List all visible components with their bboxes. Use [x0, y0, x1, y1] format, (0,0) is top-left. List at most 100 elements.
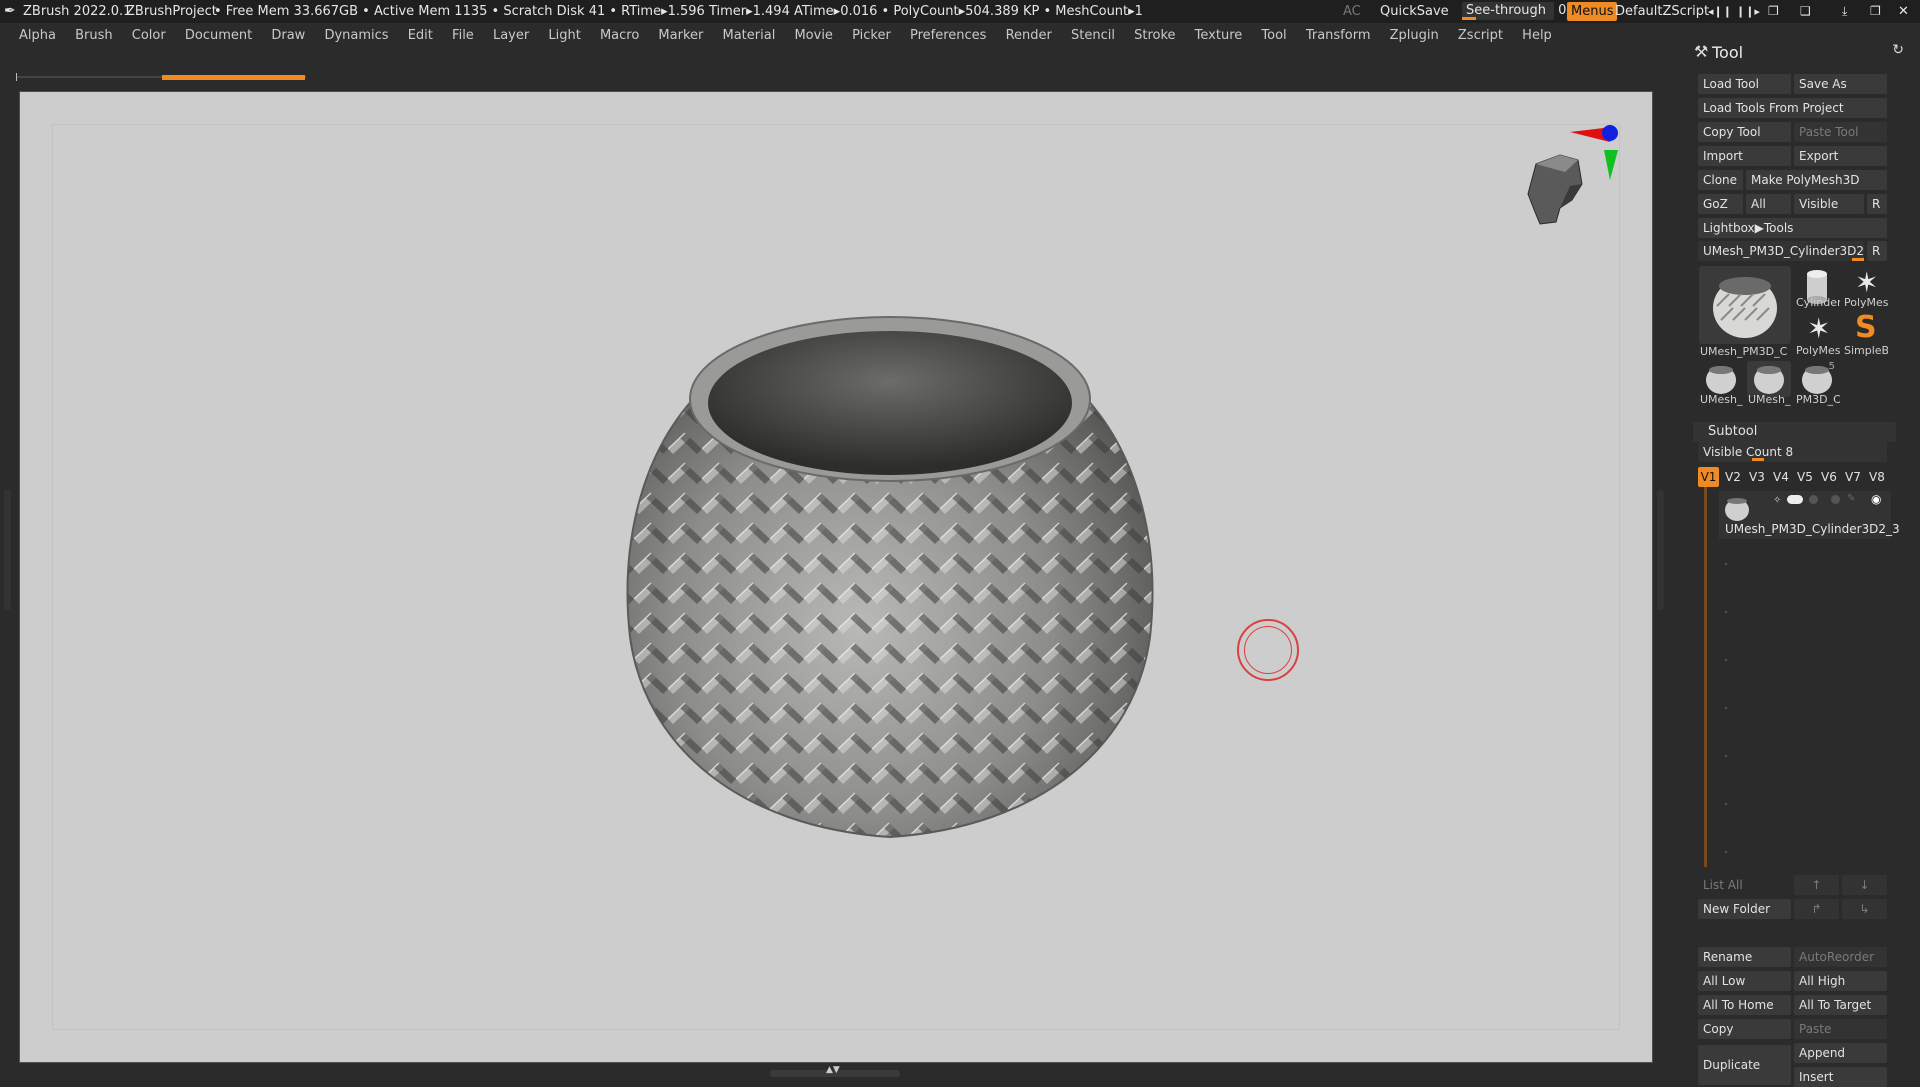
menu-marker[interactable]: Marker — [658, 23, 703, 49]
thumb-main-tool[interactable] — [1699, 266, 1791, 344]
version-v4-button[interactable]: V4 — [1770, 467, 1791, 487]
eye-icon[interactable]: ◉ — [1871, 492, 1881, 506]
see-through-slider[interactable]: See-through 0 — [1462, 2, 1566, 20]
window-icon-1[interactable]: ❐ — [1768, 0, 1779, 23]
current-tool-r-button[interactable]: R — [1867, 241, 1887, 261]
menu-preferences[interactable]: Preferences — [910, 23, 986, 49]
folder-up-icon[interactable]: ↱ — [1794, 899, 1839, 919]
menu-draw[interactable]: Draw — [271, 23, 305, 49]
menu-zscript[interactable]: Zscript — [1458, 23, 1503, 49]
move-down-icon[interactable]: ↓ — [1842, 875, 1887, 895]
paste-button[interactable]: Paste — [1794, 1019, 1887, 1039]
version-v7-button[interactable]: V7 — [1842, 467, 1863, 487]
right-shelf-handle[interactable] — [1657, 490, 1664, 610]
list-all-button[interactable]: List All — [1698, 875, 1791, 895]
subtool-item[interactable]: ✧ ✎ ◉ UMesh_PM3D_Cylinder3D2_3 — [1719, 491, 1900, 539]
append-button[interactable]: Append — [1794, 1043, 1887, 1063]
version-v6-button[interactable]: V6 — [1818, 467, 1839, 487]
menu-dynamics[interactable]: Dynamics — [324, 23, 388, 49]
menus-button[interactable]: Menus — [1567, 2, 1618, 21]
duplicate-button[interactable]: Duplicate — [1698, 1045, 1791, 1085]
save-as-button[interactable]: Save As — [1794, 74, 1887, 94]
woven-basket-model[interactable] — [600, 307, 1180, 887]
all-to-home-button[interactable]: All To Home — [1698, 995, 1791, 1015]
version-v5-button[interactable]: V5 — [1794, 467, 1815, 487]
left-shelf-handle[interactable] — [4, 490, 11, 610]
bottom-shelf-handle[interactable]: ▲▼ — [770, 1065, 900, 1077]
restore-icon[interactable]: ❐ — [1870, 0, 1881, 23]
make-polymesh3d-button[interactable]: Make PolyMesh3D — [1746, 170, 1887, 190]
subtool-dot-icon[interactable] — [1831, 495, 1840, 504]
menu-material[interactable]: Material — [723, 23, 776, 49]
subtool-toggle-icon[interactable] — [1787, 495, 1803, 504]
folder-down-icon[interactable]: ↳ — [1842, 899, 1887, 919]
layout-icon-1[interactable]: ◂❙❙ — [1708, 0, 1732, 23]
all-low-button[interactable]: All Low — [1698, 971, 1791, 991]
subtool-brush-icon[interactable]: ✧ — [1773, 495, 1781, 506]
thumb-umesh-2[interactable] — [1747, 361, 1791, 397]
all-to-target-button[interactable]: All To Target — [1794, 995, 1887, 1015]
clone-button[interactable]: Clone — [1698, 170, 1743, 190]
tool-palette-header[interactable]: ⚒ Tool ↻ — [1688, 34, 1920, 70]
thumb-umesh-1[interactable] — [1699, 361, 1743, 397]
menu-color[interactable]: Color — [132, 23, 166, 49]
menu-texture[interactable]: Texture — [1195, 23, 1243, 49]
load-tools-from-project-button[interactable]: Load Tools From Project — [1698, 98, 1887, 118]
insert-button[interactable]: Insert — [1794, 1067, 1887, 1087]
import-button[interactable]: Import — [1698, 146, 1791, 166]
menu-brush[interactable]: Brush — [75, 23, 113, 49]
version-v8-button[interactable]: V8 — [1866, 467, 1887, 487]
canvas-viewport[interactable] — [19, 91, 1653, 1063]
close-icon[interactable]: ✕ — [1898, 0, 1909, 23]
thumb-pm3d[interactable]: 5 — [1795, 361, 1839, 397]
ac-toggle[interactable]: AC — [1343, 0, 1361, 23]
version-v2-button[interactable]: V2 — [1722, 467, 1743, 487]
current-tool-slider[interactable]: UMesh_PM3D_Cylinder3D2_3 — [1698, 241, 1864, 261]
goz-r-button[interactable]: R — [1867, 194, 1887, 214]
lightbox-tools-button[interactable]: Lightbox▶Tools — [1698, 218, 1887, 238]
menu-layer[interactable]: Layer — [493, 23, 529, 49]
menu-zplugin[interactable]: Zplugin — [1390, 23, 1439, 49]
menu-render[interactable]: Render — [1006, 23, 1052, 49]
reset-icon[interactable]: ↻ — [1892, 42, 1904, 58]
new-folder-button[interactable]: New Folder — [1698, 899, 1791, 919]
menu-stencil[interactable]: Stencil — [1071, 23, 1115, 49]
pin-icon[interactable]: ⚒ — [1694, 42, 1708, 61]
window-icon-2[interactable]: ❑ — [1800, 0, 1811, 23]
menu-alpha[interactable]: Alpha — [19, 23, 56, 49]
layout-icon-2[interactable]: ❙❙▸ — [1736, 0, 1760, 23]
default-zscript-button[interactable]: DefaultZScript — [1615, 0, 1709, 23]
auto-reorder-button[interactable]: AutoReorder — [1794, 947, 1887, 967]
copy-button[interactable]: Copy — [1698, 1019, 1791, 1039]
goz-button[interactable]: GoZ — [1698, 194, 1743, 214]
copy-tool-button[interactable]: Copy Tool — [1698, 122, 1791, 142]
menu-stroke[interactable]: Stroke — [1134, 23, 1175, 49]
menu-file[interactable]: File — [452, 23, 474, 49]
paste-tool-button[interactable]: Paste Tool — [1794, 122, 1887, 142]
version-v3-button[interactable]: V3 — [1746, 467, 1767, 487]
export-button[interactable]: Export — [1794, 146, 1887, 166]
menu-macro[interactable]: Macro — [600, 23, 639, 49]
menu-light[interactable]: Light — [548, 23, 580, 49]
subtool-header[interactable]: Subtool — [1693, 422, 1896, 442]
visible-count-slider[interactable]: Visible Count 8 — [1698, 442, 1887, 462]
subtool-list[interactable]: ✧ ✎ ◉ UMesh_PM3D_Cylinder3D2_3 — [1704, 487, 1900, 867]
menu-tool[interactable]: Tool — [1261, 23, 1286, 49]
rename-button[interactable]: Rename — [1698, 947, 1791, 967]
move-up-icon[interactable]: ↑ — [1794, 875, 1839, 895]
menu-transform[interactable]: Transform — [1306, 23, 1371, 49]
goz-visible-button[interactable]: Visible — [1794, 194, 1864, 214]
all-high-button[interactable]: All High — [1794, 971, 1887, 991]
menu-edit[interactable]: Edit — [408, 23, 433, 49]
load-tool-button[interactable]: Load Tool — [1698, 74, 1791, 94]
menu-help[interactable]: Help — [1522, 23, 1552, 49]
goz-all-button[interactable]: All — [1746, 194, 1791, 214]
navigation-head-gizmo[interactable] — [1510, 122, 1620, 242]
menu-picker[interactable]: Picker — [852, 23, 891, 49]
minimize-icon[interactable]: ⤓ — [1842, 0, 1847, 23]
quicksave-button[interactable]: QuickSave — [1380, 0, 1449, 23]
subtool-polypaint-icon[interactable] — [1809, 495, 1818, 504]
version-v1-button[interactable]: V1 — [1698, 467, 1719, 487]
menu-document[interactable]: Document — [185, 23, 252, 49]
menu-movie[interactable]: Movie — [794, 23, 832, 49]
